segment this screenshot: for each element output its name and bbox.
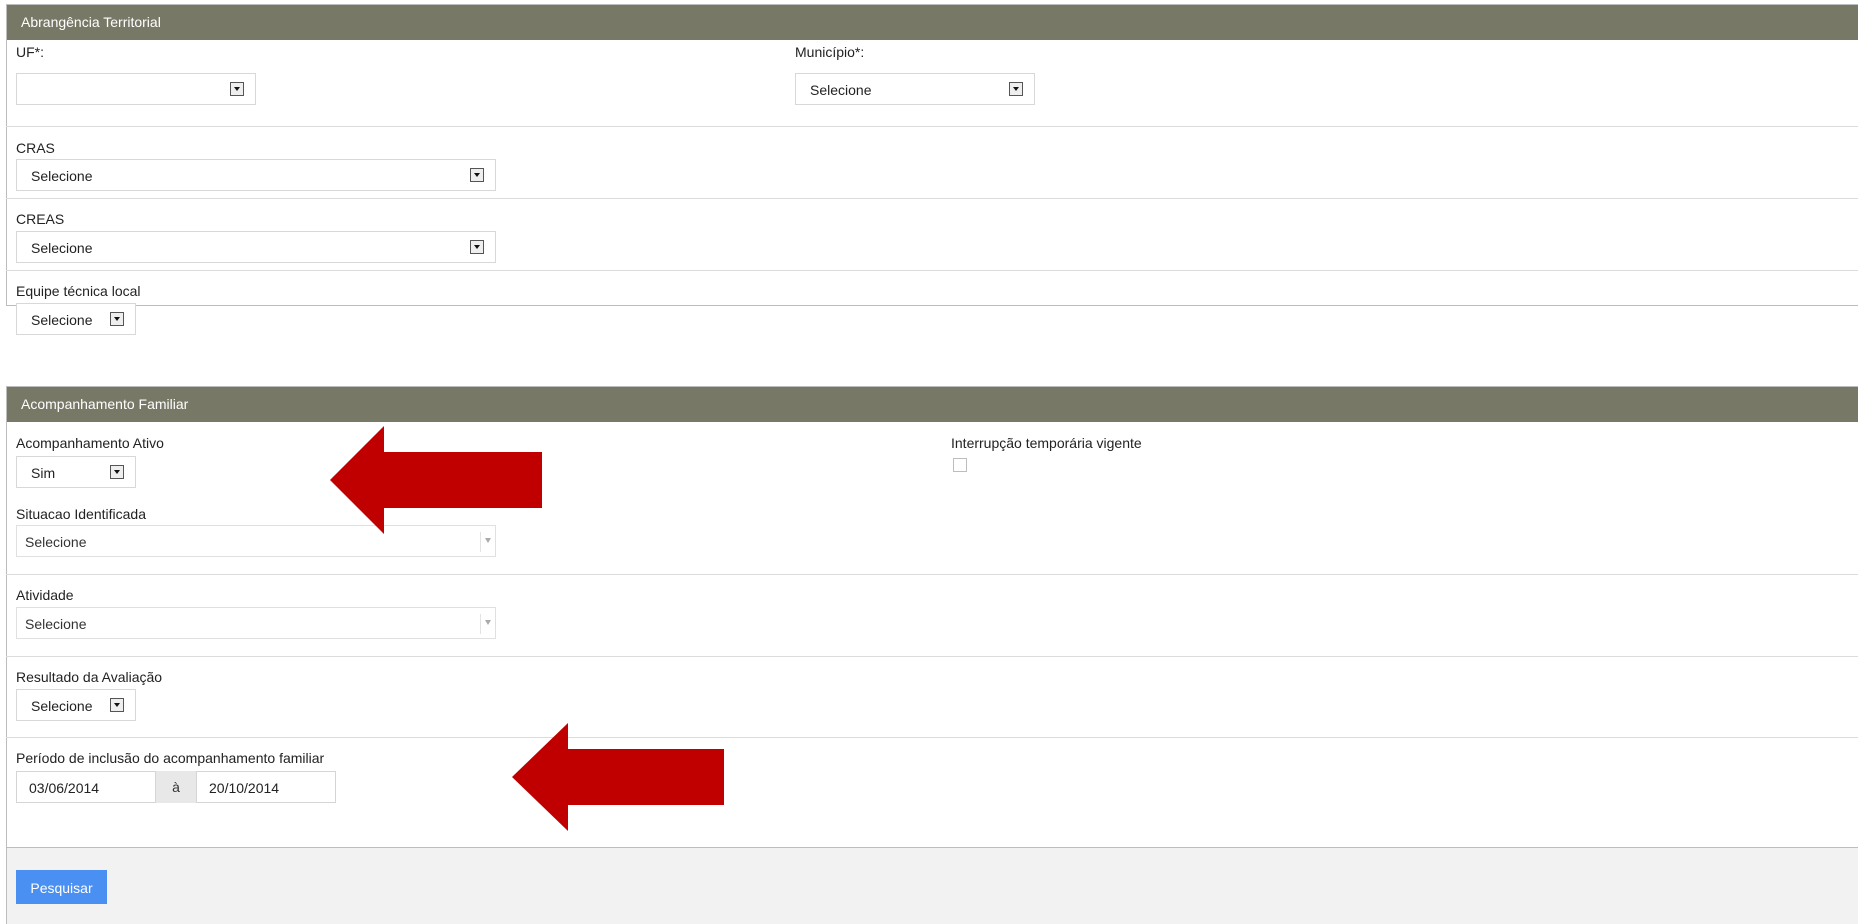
territorial-panel-header: Abrangência Territorial bbox=[7, 5, 1858, 40]
select-separator bbox=[480, 532, 481, 552]
resultado-select[interactable]: Selecione bbox=[16, 689, 136, 721]
ativo-dropdown-icon[interactable] bbox=[110, 465, 124, 479]
arrow-shape bbox=[512, 723, 724, 831]
annotation-arrow-left-icon bbox=[330, 426, 542, 534]
periodo-label: Período de inclusão do acompanhamento fa… bbox=[16, 750, 325, 766]
familiar-panel-header: Acompanhamento Familiar bbox=[7, 387, 1858, 422]
municipio-select[interactable]: Selecione bbox=[795, 73, 1035, 105]
situacao-select-placeholder: Selecione bbox=[25, 534, 87, 550]
ativo-label: Acompanhamento Ativo bbox=[16, 435, 164, 451]
municipio-select-value: Selecione bbox=[810, 82, 872, 98]
cras-select[interactable]: Selecione bbox=[16, 159, 496, 191]
cras-select-value: Selecione bbox=[31, 168, 93, 184]
atividade-label: Atividade bbox=[16, 587, 74, 603]
atividade-select-placeholder: Selecione bbox=[25, 616, 87, 632]
divider bbox=[6, 656, 1858, 657]
municipio-dropdown-icon[interactable] bbox=[1009, 82, 1023, 96]
chevron-down-icon[interactable] bbox=[485, 620, 491, 625]
atividade-select[interactable]: Selecione bbox=[16, 607, 496, 639]
select-separator bbox=[480, 614, 481, 634]
situacao-label: Situacao Identificada bbox=[16, 506, 146, 522]
creas-dropdown-icon[interactable] bbox=[470, 240, 484, 254]
form-footer bbox=[6, 848, 1858, 924]
divider bbox=[6, 198, 1858, 199]
resultado-select-value: Selecione bbox=[31, 698, 93, 714]
search-button[interactable]: Pesquisar bbox=[16, 870, 107, 904]
resultado-label: Resultado da Avaliação bbox=[16, 669, 163, 685]
chevron-down-icon[interactable] bbox=[485, 538, 491, 543]
creas-select-value: Selecione bbox=[31, 240, 93, 256]
uf-select[interactable] bbox=[16, 73, 256, 105]
interrupcao-checkbox[interactable] bbox=[953, 458, 967, 472]
resultado-dropdown-icon[interactable] bbox=[110, 698, 124, 712]
equipe-select[interactable]: Selecione bbox=[16, 303, 136, 335]
equipe-dropdown-icon[interactable] bbox=[110, 312, 124, 326]
equipe-label: Equipe técnica local bbox=[16, 283, 141, 299]
cras-label: CRAS bbox=[16, 140, 55, 156]
municipio-label: Município*: bbox=[795, 44, 865, 60]
divider bbox=[6, 270, 1858, 271]
ativo-select[interactable]: Sim bbox=[16, 456, 136, 488]
annotation-arrow-left-icon bbox=[512, 723, 724, 831]
ativo-select-value: Sim bbox=[31, 465, 56, 481]
divider bbox=[6, 126, 1858, 127]
creas-label: CREAS bbox=[16, 211, 65, 227]
divider bbox=[6, 574, 1858, 575]
arrow-shape bbox=[330, 426, 542, 534]
uf-dropdown-icon[interactable] bbox=[230, 82, 244, 96]
uf-label: UF*: bbox=[16, 44, 44, 60]
divider bbox=[6, 737, 1858, 738]
cras-dropdown-icon[interactable] bbox=[470, 168, 484, 182]
equipe-select-value: Selecione bbox=[31, 312, 93, 328]
periodo-separator: à bbox=[156, 771, 196, 803]
creas-select[interactable]: Selecione bbox=[16, 231, 496, 263]
periodo-inicio-input[interactable]: 03/06/2014 bbox=[16, 771, 156, 803]
periodo-fim-input[interactable]: 20/10/2014 bbox=[196, 771, 336, 803]
interrupcao-label: Interrupção temporária vigente bbox=[951, 435, 1142, 451]
